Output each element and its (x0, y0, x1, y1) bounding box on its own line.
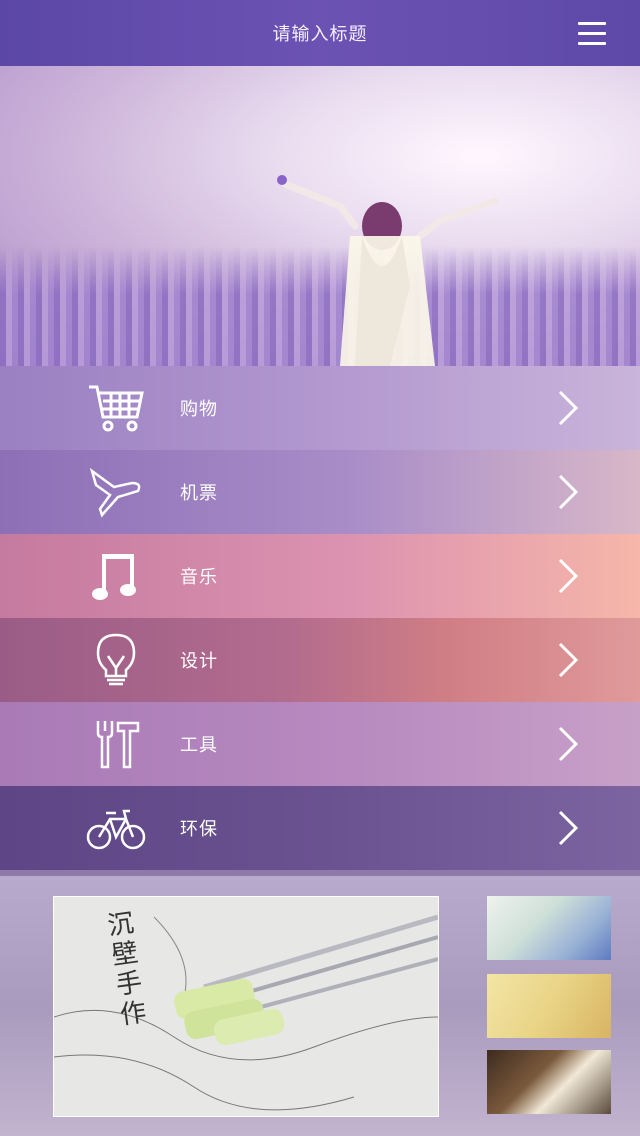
thumbnail-calligraphy-brush[interactable] (487, 974, 611, 1038)
music-note-icon (86, 546, 146, 606)
menu-item-environment[interactable]: 环保 (0, 786, 640, 870)
menu-item-flights[interactable]: 机票 (0, 450, 640, 534)
menu-item-music[interactable]: 音乐 (0, 534, 640, 618)
chevron-right-icon (558, 642, 579, 678)
featured-photo[interactable]: 沉壁手作 (53, 896, 439, 1117)
chevron-right-icon (558, 474, 579, 510)
menu-item-tools[interactable]: 工具 (0, 702, 640, 786)
menu-item-label: 音乐 (180, 567, 218, 588)
lightbulb-icon (86, 630, 146, 690)
cart-icon (86, 378, 146, 438)
menu-item-label: 购物 (180, 399, 218, 420)
page-title: 请输入标题 (272, 24, 368, 45)
airplane-icon (86, 462, 146, 522)
menu-item-label: 工具 (180, 735, 218, 756)
menu-item-label: 机票 (180, 483, 218, 504)
chevron-right-icon (558, 726, 579, 762)
bicycle-icon (86, 798, 146, 858)
chevron-right-icon (558, 390, 579, 426)
menu-item-label: 环保 (180, 819, 218, 840)
chevron-right-icon (558, 558, 579, 594)
hamburger-menu-icon[interactable] (578, 22, 606, 45)
menu-list: 购物 机票 音乐 设计 工具 环保 (0, 366, 640, 870)
thumbnail-writing[interactable] (487, 1050, 611, 1114)
thumbnail-porcelain[interactable] (487, 896, 611, 960)
menu-item-design[interactable]: 设计 (0, 618, 640, 702)
girl-figure-illustration (277, 175, 499, 366)
app-header: 请输入标题 (0, 0, 640, 66)
photo-gallery: 沉壁手作 (0, 876, 640, 1136)
menu-item-shopping[interactable]: 购物 (0, 366, 640, 450)
tools-icon (86, 714, 146, 774)
hero-banner (0, 66, 640, 366)
chevron-right-icon (558, 810, 579, 846)
menu-item-label: 设计 (180, 651, 218, 672)
